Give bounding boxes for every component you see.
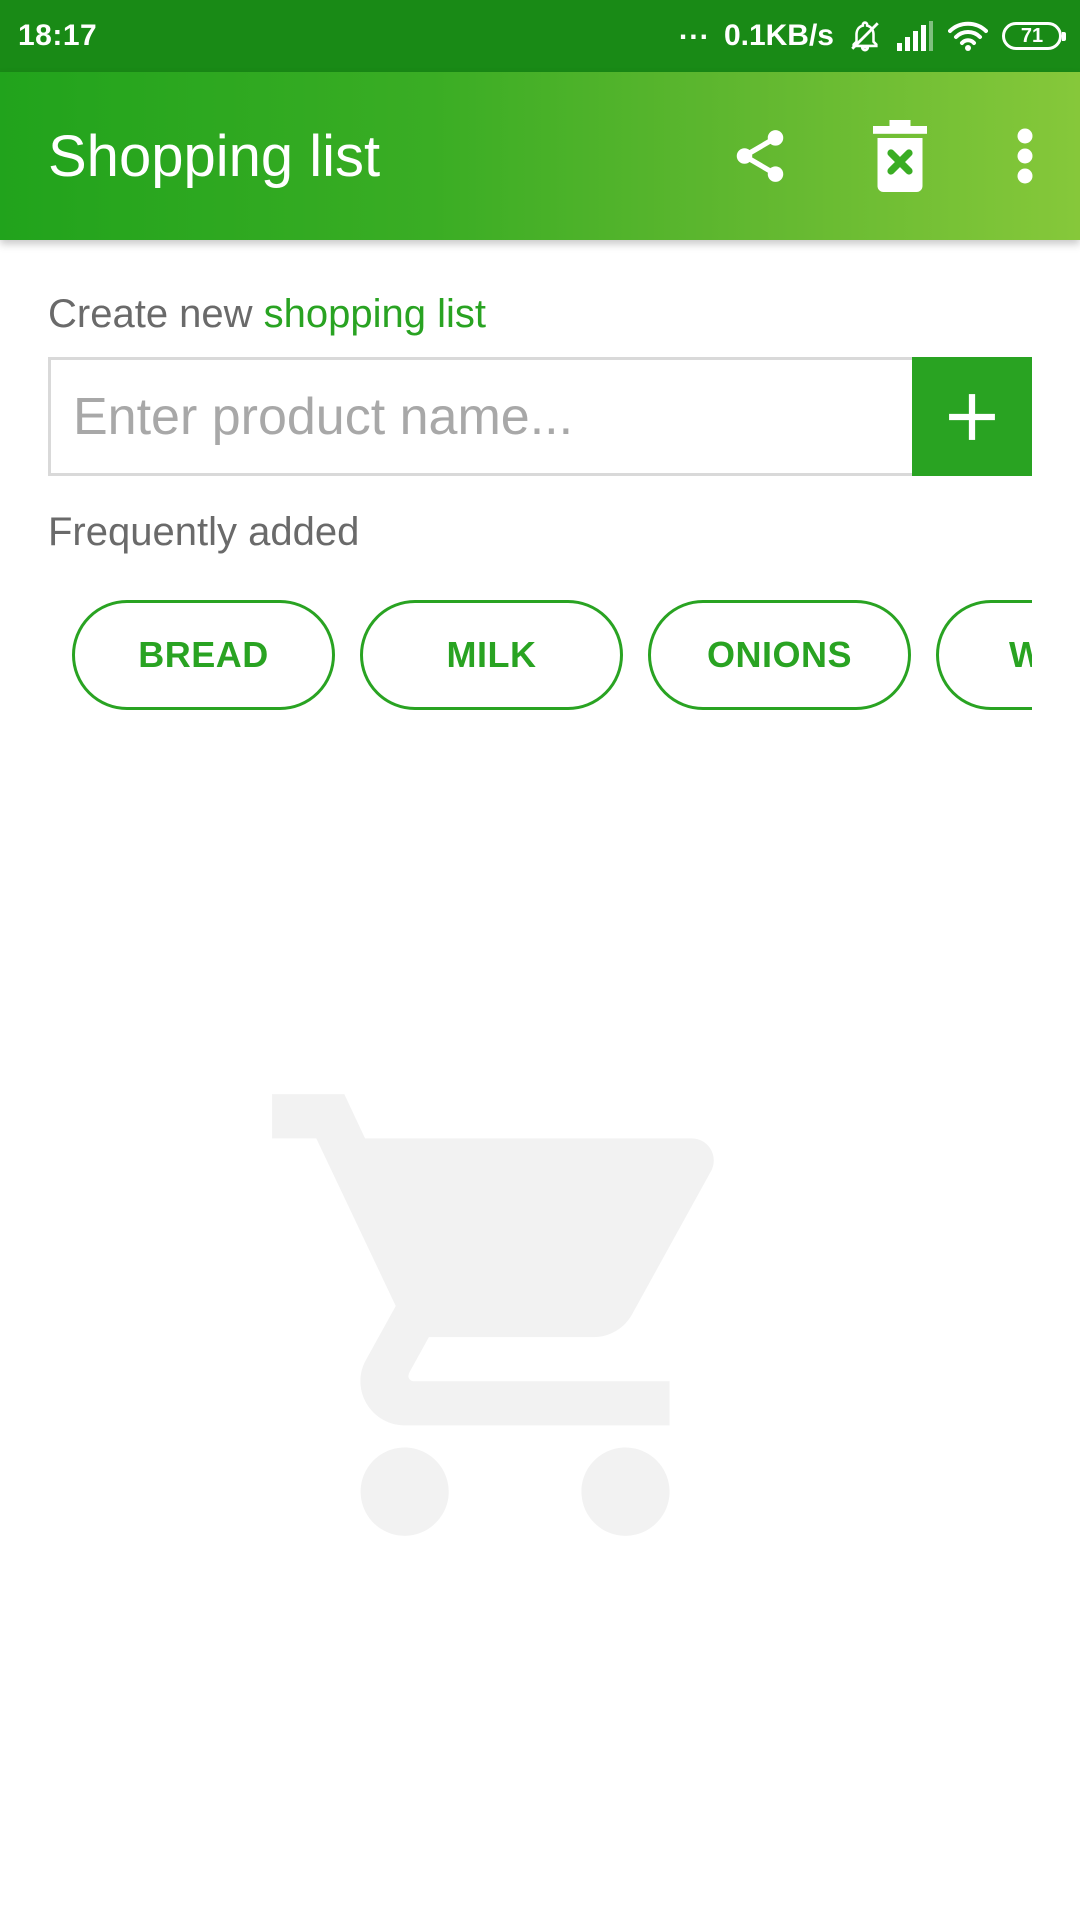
create-new-label: Create new shopping list [48,292,486,337]
status-time: 18:17 [18,19,98,52]
bell-muted-icon [848,19,882,53]
delete-list-icon [873,120,927,192]
add-product-button[interactable] [912,357,1032,476]
chip-bread[interactable]: BREAD [72,600,335,710]
frequent-items-track: BREAD MILK ONIONS W [72,600,1032,710]
chip-partial[interactable]: W [936,600,1032,710]
delete-list-button[interactable] [830,72,970,240]
wifi-icon [948,21,988,51]
shopping-cart-icon [272,1094,714,1536]
network-speed: 0.1KB/s [723,19,834,52]
signal-icon [896,21,934,51]
frequent-items-list[interactable]: BREAD MILK ONIONS W [48,600,1032,710]
screen: 18:17 ... 0.1KB/s 71 Shopping list Creat… [0,0,1080,1920]
status-bar: 18:17 ... 0.1KB/s 71 [0,0,1080,72]
chip-milk[interactable]: MILK [360,600,623,710]
share-button[interactable] [690,72,830,240]
share-icon [736,130,784,182]
product-name-input[interactable] [48,357,912,476]
status-icons: ... 0.1KB/s 71 [679,13,1066,53]
battery-icon: 71 [1002,22,1066,50]
create-label-prefix: Create new [48,292,264,336]
page-title: Shopping list [48,123,381,189]
notification-dots: ... [678,13,710,46]
more-vert-icon [1017,128,1033,184]
app-bar-actions [690,72,1080,240]
chip-onions[interactable]: ONIONS [648,600,911,710]
create-label-accent: shopping list [263,292,487,336]
app-bar: Shopping list [0,72,1080,240]
more-options-button[interactable] [970,72,1080,240]
plus-icon [949,393,995,440]
battery-level: 71 [1020,24,1044,47]
add-product-row [48,357,1032,476]
frequently-added-label: Frequently added [48,510,360,554]
